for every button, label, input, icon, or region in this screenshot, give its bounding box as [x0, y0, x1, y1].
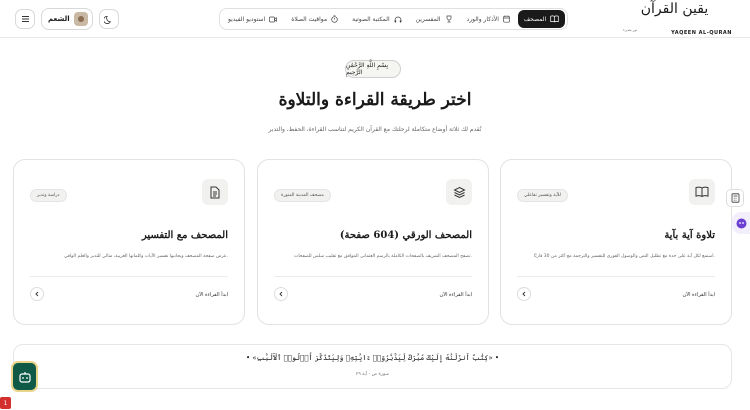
- card-title: المصحف الورقي (604 صفحة): [339, 230, 472, 241]
- start-reading-link[interactable]: ابدأ القراءة الآن: [683, 292, 715, 298]
- moon-icon: [104, 15, 112, 24]
- logo-tagline: نور يضيء: [623, 28, 638, 32]
- nav-item-adhkar[interactable]: الأذكار والورد: [461, 10, 516, 28]
- layers-icon: [452, 186, 466, 198]
- reading-mode-card-paper[interactable]: مصحف المدينة المنورة المصحف الورقي (604 …: [257, 159, 489, 325]
- card-arrow-button[interactable]: [517, 287, 531, 301]
- divider: [517, 276, 715, 277]
- reading-mode-card-ayah[interactable]: للآية وتفسير تفاعلي تلاوة آية بآية استمع…: [500, 159, 732, 325]
- card-badge: دراسة وتدبر: [30, 189, 67, 202]
- nav-label: استوديو الفيديو: [228, 15, 266, 23]
- menu-button[interactable]: [15, 9, 35, 29]
- logo-english: YAQEEN AL-QURAN: [671, 30, 732, 36]
- card-description: تصفح المصحف الشريف بالصفحات الكاملة بالر…: [294, 254, 472, 259]
- card-title: تلاوة آية بآية: [664, 230, 715, 241]
- top-header: الشعم استوديو الفيديو مواقيت الصلاة المك…: [0, 0, 750, 38]
- card-badge: مصحف المدينة المنورة: [274, 189, 331, 202]
- page-title: اختر طريقة القراءة والتلاوة: [278, 90, 472, 110]
- assistant-side-tab[interactable]: [732, 212, 750, 234]
- nav-label: المفسرين: [415, 15, 441, 23]
- chevron-left-icon: [522, 291, 526, 297]
- chevron-left-icon: [35, 291, 39, 297]
- card-arrow-button[interactable]: [30, 287, 44, 301]
- card-description: استمع لكل آية على حدة مع تظليل النص والو…: [534, 254, 715, 259]
- avatar: [73, 12, 88, 26]
- robot-icon: [18, 371, 31, 383]
- nav-label: المصحف: [523, 15, 547, 23]
- nav-item-audio-library[interactable]: المكتبة الصوتية: [346, 10, 408, 28]
- verse-reference: سورة ص - آية ٢٩: [355, 372, 390, 377]
- user-name: الشعم: [48, 15, 70, 23]
- video-icon: [269, 16, 278, 22]
- book-icon: [550, 15, 559, 23]
- nav-item-interpreters[interactable]: المفسرين: [410, 10, 459, 28]
- reading-mode-card-tafsir[interactable]: دراسة وتدبر المصحف مع التفسير عرض صفحة ا…: [13, 159, 245, 325]
- basmala-badge: بِسْمِ اللَّهِ الرَّحْمَٰنِ الرَّحِيمِ: [345, 60, 401, 78]
- page-subtitle: نُقدم لك ثلاثة أوضاع متكاملة لرحلتك مع ا…: [268, 126, 482, 133]
- nav-label: مواقيت الصلاة: [291, 15, 328, 23]
- nav-item-prayer-times[interactable]: مواقيت الصلاة: [285, 10, 344, 28]
- headphones-icon: [394, 16, 402, 22]
- calendar-icon: [503, 15, 510, 23]
- nav-item-video-studio[interactable]: استوديو الفيديو: [222, 10, 283, 28]
- card-title: المصحف مع التفسير: [141, 230, 228, 241]
- chevron-left-icon: [279, 291, 283, 297]
- card-icon-box: [689, 179, 715, 205]
- site-logo[interactable]: يقين القرآن نور يضيء YAQEEN AL-QURAN: [617, 0, 732, 38]
- error-count-badge[interactable]: 1: [0, 397, 11, 409]
- card-icon-box: [446, 179, 472, 205]
- main-nav: استوديو الفيديو مواقيت الصلاة المكتبة ال…: [219, 8, 569, 30]
- timer-icon: [331, 15, 338, 23]
- card-badge: للآية وتفسير تفاعلي: [517, 189, 568, 202]
- open-book-icon: [695, 186, 709, 198]
- calculator-tool-button[interactable]: [726, 189, 744, 207]
- card-description: عرض صفحة المصحف وبجانبها تفسير الآيات وك…: [63, 254, 228, 259]
- card-icon-box: [202, 179, 228, 205]
- card-arrow-button[interactable]: [274, 287, 288, 301]
- document-icon: [210, 186, 220, 198]
- divider: [274, 276, 472, 277]
- trophy-icon: [446, 15, 451, 23]
- logo-arabic: يقين القرآن: [640, 1, 709, 17]
- user-menu[interactable]: الشعم: [41, 8, 93, 30]
- nav-label: المكتبة الصوتية: [352, 15, 390, 23]
- nav-item-mushaf[interactable]: المصحف: [517, 10, 566, 28]
- menu-icon: [21, 16, 29, 22]
- start-reading-link[interactable]: ابدأ القراءة الآن: [440, 292, 472, 298]
- chatbot-button[interactable]: [11, 361, 38, 392]
- robot-face-icon: [736, 218, 746, 228]
- calculator-icon: [731, 193, 739, 203]
- nav-label: الأذكار والورد: [466, 15, 499, 23]
- header-controls: الشعم: [15, 8, 119, 30]
- theme-toggle-button[interactable]: [98, 9, 119, 29]
- verse-text: • «كِتَٰبٌ أَنزَلْنَٰهُ إِلَيْكَ مُبَٰرَ…: [245, 354, 500, 362]
- divider: [30, 276, 228, 277]
- start-reading-link[interactable]: ابدأ القراءة الآن: [196, 292, 228, 298]
- verse-banner: • «كِتَٰبٌ أَنزَلْنَٰهُ إِلَيْكَ مُبَٰرَ…: [13, 344, 732, 389]
